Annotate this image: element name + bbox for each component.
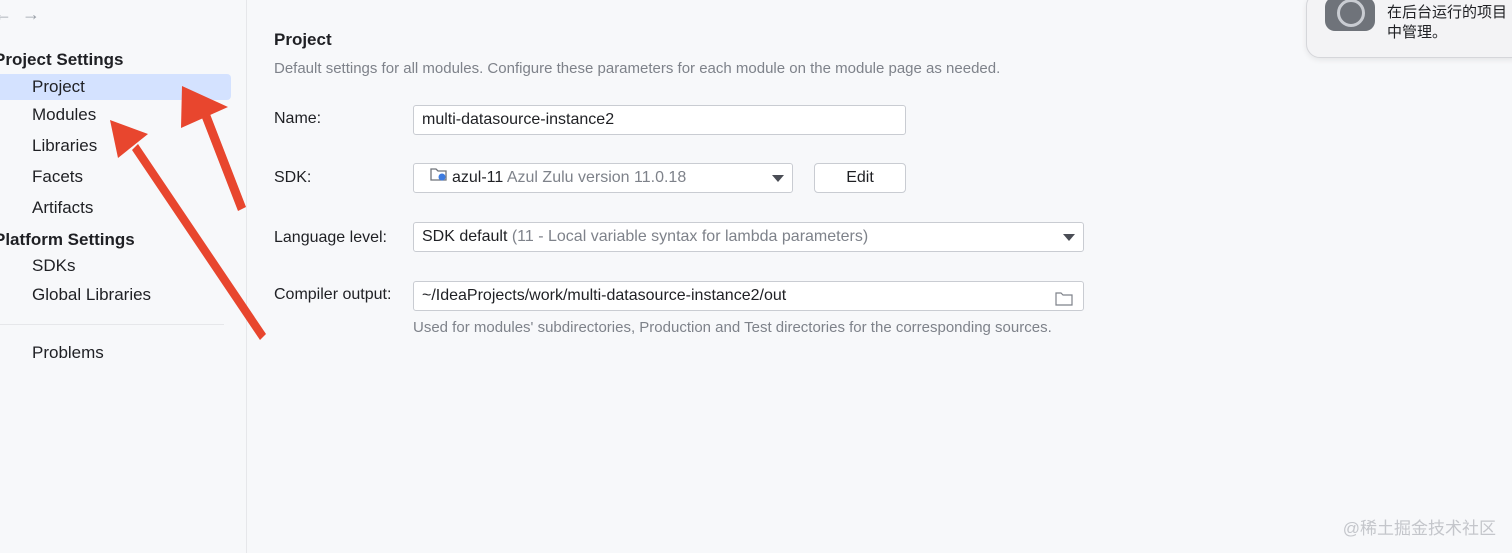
- name-input-value: multi-datasource-instance2: [422, 111, 615, 128]
- nav-arrows: ←→: [0, 4, 50, 25]
- sidebar-item-modules[interactable]: Modules: [0, 102, 231, 128]
- sidebar-item-facets[interactable]: Facets: [0, 164, 231, 190]
- compiler-output-value: ~/IdeaProjects/work/multi-datasource-ins…: [422, 287, 787, 304]
- notification-popup[interactable]: 在后台运行的项目 中管理。: [1306, 0, 1512, 58]
- sidebar-item-libraries[interactable]: Libraries: [0, 133, 231, 159]
- sdk-version: Azul Zulu version 11.0.18: [506, 169, 687, 187]
- compiler-output-input[interactable]: ~/IdeaProjects/work/multi-datasource-ins…: [413, 281, 1084, 311]
- sidebar-item-problems[interactable]: Problems: [0, 340, 231, 366]
- notification-line-1: 在后台运行的项目: [1387, 4, 1508, 21]
- back-arrow-icon[interactable]: ←: [0, 4, 22, 24]
- sidebar-item-sdks[interactable]: SDKs: [0, 253, 231, 279]
- sdk-name: azul-11: [452, 169, 504, 187]
- browse-folder-icon[interactable]: [1055, 288, 1073, 310]
- language-dropdown-arrow-icon: [1063, 234, 1075, 241]
- forward-arrow-icon[interactable]: →: [22, 4, 50, 24]
- language-level-detail: (11 - Local variable syntax for lambda p…: [511, 228, 869, 245]
- language-level-value: SDK default: [422, 228, 508, 245]
- sdk-folder-icon: [430, 164, 448, 192]
- compiler-output-hint: Used for modules' subdirectories, Produc…: [413, 319, 1052, 336]
- language-level-label: Language level:: [274, 229, 387, 246]
- project-settings-panel: Project Default settings for all modules…: [247, 0, 1512, 553]
- edit-sdk-button[interactable]: Edit: [814, 163, 906, 193]
- page-description: Default settings for all modules. Config…: [274, 60, 1001, 77]
- project-settings-heading: Project Settings: [0, 50, 124, 69]
- language-level-select[interactable]: SDK default (11 - Local variable syntax …: [413, 222, 1084, 252]
- sidebar-item-project[interactable]: Project: [0, 74, 231, 100]
- notification-line-2: 中管理。: [1387, 24, 1448, 41]
- name-input[interactable]: multi-datasource-instance2: [413, 105, 906, 135]
- watermark: @稀土掘金技术社区: [1342, 519, 1496, 538]
- sidebar-item-global-libraries[interactable]: Global Libraries: [0, 282, 231, 308]
- sidebar-item-artifacts[interactable]: Artifacts: [0, 195, 231, 221]
- sidebar: ←→ Project Settings Project Modules Libr…: [0, 0, 247, 553]
- page-title: Project: [274, 30, 332, 49]
- sdk-select[interactable]: azul-11 Azul Zulu version 11.0.18: [413, 163, 793, 193]
- sdk-dropdown-arrow-icon: [772, 175, 784, 182]
- notification-text: 在后台运行的项目 中管理。: [1387, 3, 1507, 43]
- app-gear-icon: [1325, 0, 1375, 31]
- name-label: Name:: [274, 110, 322, 127]
- sidebar-divider: [0, 324, 224, 325]
- platform-settings-heading: Platform Settings: [0, 230, 135, 249]
- sdk-label: SDK:: [274, 169, 312, 186]
- compiler-output-label: Compiler output:: [274, 286, 392, 303]
